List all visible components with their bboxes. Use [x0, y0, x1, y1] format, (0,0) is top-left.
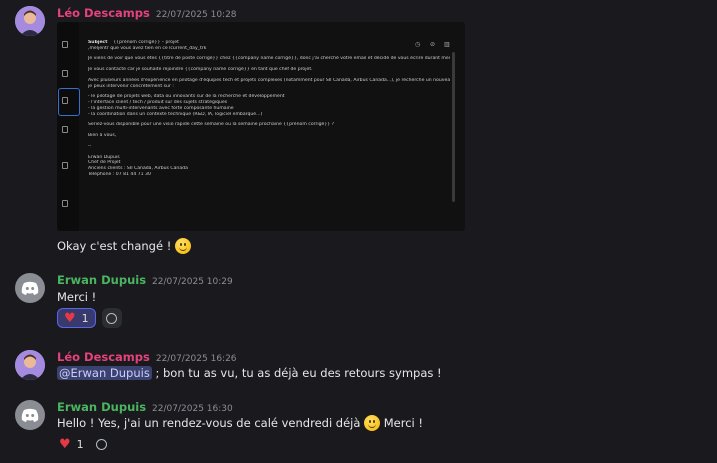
add-reaction-button[interactable] — [101, 308, 122, 328]
left-rail — [57, 22, 79, 231]
timestamp: 22/07/2025 10:29 — [152, 277, 233, 287]
heart-reaction[interactable]: ♥ 1 — [57, 434, 86, 454]
user-mention[interactable]: @Erwan Dupuis — [57, 366, 152, 380]
scrollbar[interactable] — [452, 52, 455, 202]
heart-icon: ♥ — [59, 436, 71, 452]
email-line: Je viens de voir que vous êtes {{titre d… — [88, 56, 450, 62]
subject-value: {{prénom corrigé}} – projet — [113, 40, 179, 45]
message-header: Erwan Dupuis 22/07/2025 10:29 — [57, 273, 233, 287]
author-name[interactable]: Léo Descamps — [57, 6, 150, 20]
heart-reaction[interactable]: ♥ 1 — [57, 308, 96, 328]
message-text-content: ; bon tu as vu, tu as déjà eu des retour… — [151, 366, 442, 380]
avatar[interactable] — [15, 350, 45, 380]
reaction-count: 1 — [81, 311, 89, 325]
email-line: Avec plusieurs années d'expérience en pi… — [88, 77, 450, 83]
smile-emoji-icon — [174, 238, 191, 254]
avatar[interactable] — [15, 400, 45, 430]
email-line: Téléphone : 07 81 44 71 30 — [88, 171, 151, 177]
discord-logo-icon — [21, 281, 39, 295]
avatar[interactable] — [15, 273, 45, 303]
reactions: ♥ 1 — [57, 434, 112, 454]
message-text: @Erwan Dupuis ; bon tu as vu, tu as déjà… — [57, 366, 442, 380]
reactions: ♥ 1 — [57, 308, 122, 328]
selected-rail-item — [58, 88, 80, 116]
timestamp: 22/07/2025 10:28 — [155, 10, 237, 20]
author-name[interactable]: Erwan Dupuis — [57, 400, 146, 414]
author-name[interactable]: Erwan Dupuis — [57, 273, 146, 287]
author-name[interactable]: Léo Descamps — [57, 350, 150, 364]
avatar[interactable] — [15, 6, 45, 36]
heart-icon: ♥ — [64, 310, 76, 326]
message-header: Léo Descamps 22/07/2025 10:28 — [57, 6, 237, 20]
message-text-content: Hello ! Yes, j'ai un rendez-vous de calé… — [57, 416, 361, 430]
attached-screenshot[interactable]: ◷ ⊘ ▥ Subject {{prénom corrigé}} – proje… — [57, 22, 465, 231]
add-reaction-button[interactable] — [92, 434, 112, 454]
reaction-count: 1 — [76, 437, 84, 451]
message-header: Léo Descamps 22/07/2025 16:26 — [57, 350, 237, 364]
add-reaction-icon — [96, 438, 108, 450]
message-text: Hello ! Yes, j'ai un rendez-vous de calé… — [57, 415, 423, 431]
message-text-content: Okay c'est changé ! — [57, 239, 172, 253]
message-header: Erwan Dupuis 22/07/2025 16:30 — [57, 400, 233, 414]
email-body: Subject {{prénom corrigé}} – projet ,mel… — [88, 40, 450, 177]
timestamp: 22/07/2025 16:26 — [155, 354, 237, 364]
smile-emoji-icon — [364, 415, 381, 431]
discord-logo-icon — [21, 408, 39, 422]
add-reaction-icon — [106, 312, 118, 324]
subject-label: Subject — [88, 40, 108, 45]
message-text: Okay c'est changé ! — [57, 238, 191, 254]
message-text-content: Merci ! — [380, 416, 423, 430]
message-text: Merci ! — [57, 290, 97, 304]
timestamp: 22/07/2025 16:30 — [152, 404, 233, 414]
